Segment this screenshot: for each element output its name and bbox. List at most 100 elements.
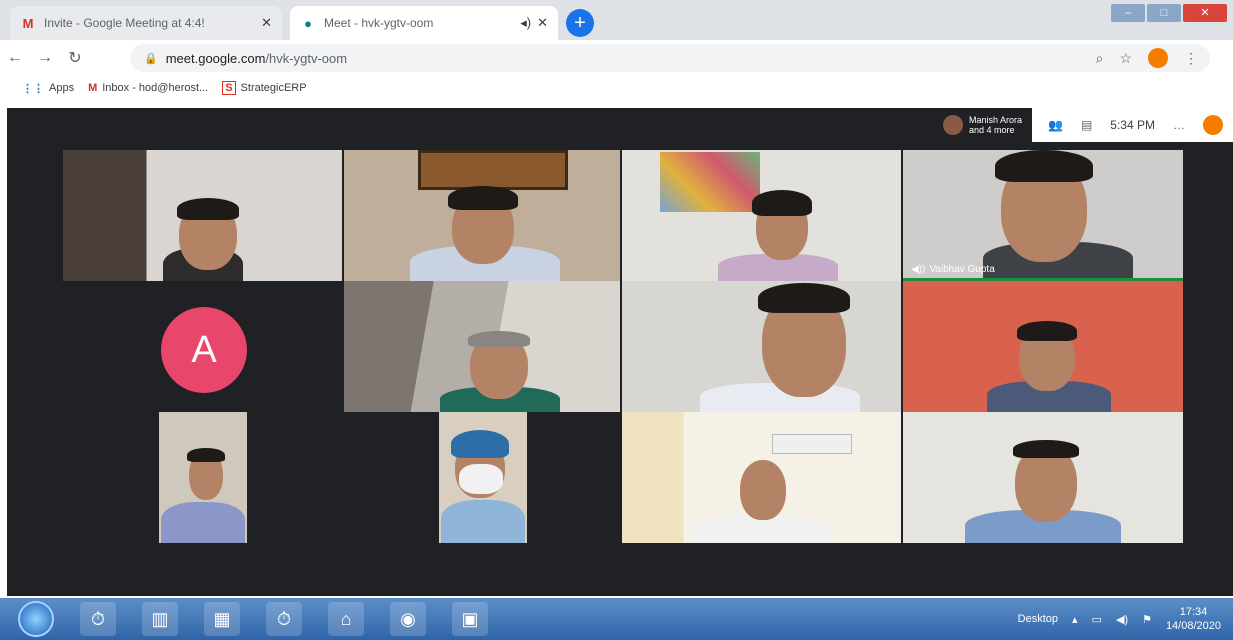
bookmark-label: StrategicERP (240, 82, 307, 94)
close-window-button[interactable]: ✕ (1183, 4, 1227, 22)
address-bar[interactable]: 🔒 meet.google.com /hvk-ygtv-oom ⌕ ☆ ⋮ (130, 44, 1210, 72)
profile-avatar[interactable] (1203, 115, 1223, 135)
presenter-text: Manish Arora and 4 more (969, 115, 1022, 135)
apps-icon: ⋮⋮ (22, 82, 44, 95)
participant-tile[interactable] (903, 281, 1183, 412)
url-path: /hvk-ygtv-oom (265, 50, 348, 66)
clock-time: 17:34 (1179, 606, 1208, 618)
zoom-icon[interactable]: ⌕ (1096, 50, 1104, 67)
window-controls: – □ ✕ (1111, 4, 1227, 22)
document-app-icon[interactable]: ▣ (452, 602, 488, 636)
presenter-name: Manish Arora (968, 115, 1022, 125)
bookmark-inbox[interactable]: M Inbox - hod@herost... (88, 82, 208, 94)
minimize-button[interactable]: – (1111, 4, 1145, 22)
tab-title: Meet - hvk-ygtv-oom (324, 16, 434, 30)
chat-icon[interactable]: ▤ (1081, 118, 1092, 132)
participant-tile[interactable]: A (63, 281, 342, 412)
clock-app-icon[interactable]: ⏱ (80, 602, 116, 636)
url-domain: meet.google.com (165, 50, 266, 66)
participant-tile[interactable] (439, 412, 527, 543)
tab-invite[interactable]: M Invite - Google Meeting at 4:4! ✕ (10, 6, 282, 40)
maximize-button[interactable]: □ (1147, 4, 1181, 22)
tray-arrow-icon[interactable]: ▴ (1072, 613, 1078, 626)
clock-app-icon[interactable]: ⏱ (266, 602, 302, 636)
lock-icon: 🔒 (144, 52, 158, 65)
meeting-time: 5:34 PM (1110, 118, 1155, 132)
presenter-more: and 4 more (968, 125, 1015, 135)
wall-painting (418, 150, 568, 190)
presenter-chip[interactable]: Manish Arora and 4 more (932, 108, 1032, 142)
participant-tile[interactable]: ◀)) Vaibhav Gupta (903, 150, 1183, 281)
bookmark-apps[interactable]: ⋮⋮ Apps (22, 82, 74, 95)
speaker-name: Vaibhav Gupta (929, 264, 995, 275)
participant-hair (448, 186, 518, 210)
avatar (942, 115, 963, 135)
network-icon[interactable]: ▭ (1092, 613, 1102, 626)
gmail-icon: M (22, 15, 34, 31)
participant-tile[interactable] (159, 412, 247, 543)
meet-top-bar: Manish Arora and 4 more 👥 ▤ 5:34 PM … (932, 108, 1233, 142)
participant-tile[interactable] (622, 150, 901, 281)
bookmarks-bar: ⋮⋮ Apps M Inbox - hod@herost... S Strate… (0, 76, 1233, 100)
library-icon[interactable]: ▥ (142, 602, 178, 636)
back-icon[interactable]: ← (0, 49, 30, 67)
participant-hair (1013, 440, 1079, 458)
participant-tile[interactable] (622, 412, 901, 543)
calendar-app-icon[interactable]: ▦ (204, 602, 240, 636)
menu-icon[interactable]: ⋮ (1184, 50, 1198, 67)
participant-hair (1017, 321, 1077, 341)
participant-tile[interactable] (903, 412, 1183, 543)
mic-icon: ◀)) (911, 264, 926, 275)
volume-icon[interactable]: ◀) (1116, 613, 1128, 626)
bookmark-erp[interactable]: S StrategicERP (222, 81, 307, 95)
participant-tile[interactable] (344, 150, 620, 281)
participant-hair (177, 198, 239, 220)
system-clock[interactable]: 17:34 14/08/2020 (1166, 605, 1221, 633)
participant-body (161, 502, 245, 543)
close-icon[interactable]: ✕ (261, 15, 272, 31)
bookmark-label: Apps (49, 82, 75, 94)
participant-body (692, 516, 832, 543)
audio-icon[interactable]: ◂) (520, 15, 531, 31)
participant-hair (758, 283, 850, 313)
participant-hair (995, 150, 1093, 182)
face-mask (459, 464, 503, 494)
flag-icon[interactable]: ⚑ (1142, 613, 1152, 626)
profile-avatar[interactable] (1148, 48, 1168, 68)
wall-poster (660, 152, 760, 212)
start-button[interactable] (18, 601, 54, 637)
tab-strip: M Invite - Google Meeting at 4:4! ✕ ● Me… (0, 0, 1233, 40)
chrome-icon[interactable]: ◉ (390, 602, 426, 636)
gmail-icon: M (88, 82, 98, 94)
os-taskbar: ⏱ ▥ ▦ ⏱ ⌂ ◉ ▣ Desktop ▴ ▭ ◀) ⚑ 17:34 14/… (0, 598, 1233, 640)
participant-avatar: A (161, 307, 247, 393)
browser-toolbar: ← → ↻ 🔒 meet.google.com /hvk-ygtv-oom ⌕ … (0, 40, 1233, 76)
more-icon[interactable]: … (1173, 118, 1185, 132)
system-tray: Desktop ▴ ▭ ◀) ⚑ 17:34 14/08/2020 (1018, 598, 1221, 640)
participant-tile[interactable] (344, 281, 620, 412)
tab-meet[interactable]: ● Meet - hvk-ygtv-oom ◂) ✕ (290, 6, 558, 40)
participant-head (740, 460, 786, 520)
meet-video-area: Manish Arora and 4 more 👥 ▤ 5:34 PM … ◀)… (7, 108, 1233, 596)
star-icon[interactable]: ☆ (1119, 50, 1132, 67)
close-icon[interactable]: ✕ (537, 15, 548, 31)
erp-icon: S (222, 81, 236, 95)
bookmark-label: Inbox - hod@herost... (102, 82, 209, 94)
tab-title: Invite - Google Meeting at 4:4! (44, 16, 205, 30)
turban (451, 430, 509, 458)
participant-hair (468, 331, 530, 347)
participant-grid: ◀)) Vaibhav Gupta A (63, 150, 1183, 543)
reload-icon[interactable]: ↻ (60, 48, 90, 68)
people-icon[interactable]: 👥 (1048, 118, 1063, 132)
participant-hair (752, 190, 812, 216)
clock-date: 14/08/2020 (1165, 620, 1221, 632)
participant-tile[interactable] (622, 281, 901, 412)
forward-icon[interactable]: → (30, 49, 60, 67)
new-tab-button[interactable]: + (566, 9, 594, 37)
taskbar-apps: ⏱ ▥ ▦ ⏱ ⌂ ◉ ▣ (80, 602, 488, 636)
participant-tile[interactable] (63, 150, 342, 281)
meet-icon: ● (304, 15, 312, 31)
participant-hair (187, 448, 225, 462)
network-app-icon[interactable]: ⌂ (328, 602, 364, 636)
desktop-toolbar-label[interactable]: Desktop (1018, 613, 1058, 625)
